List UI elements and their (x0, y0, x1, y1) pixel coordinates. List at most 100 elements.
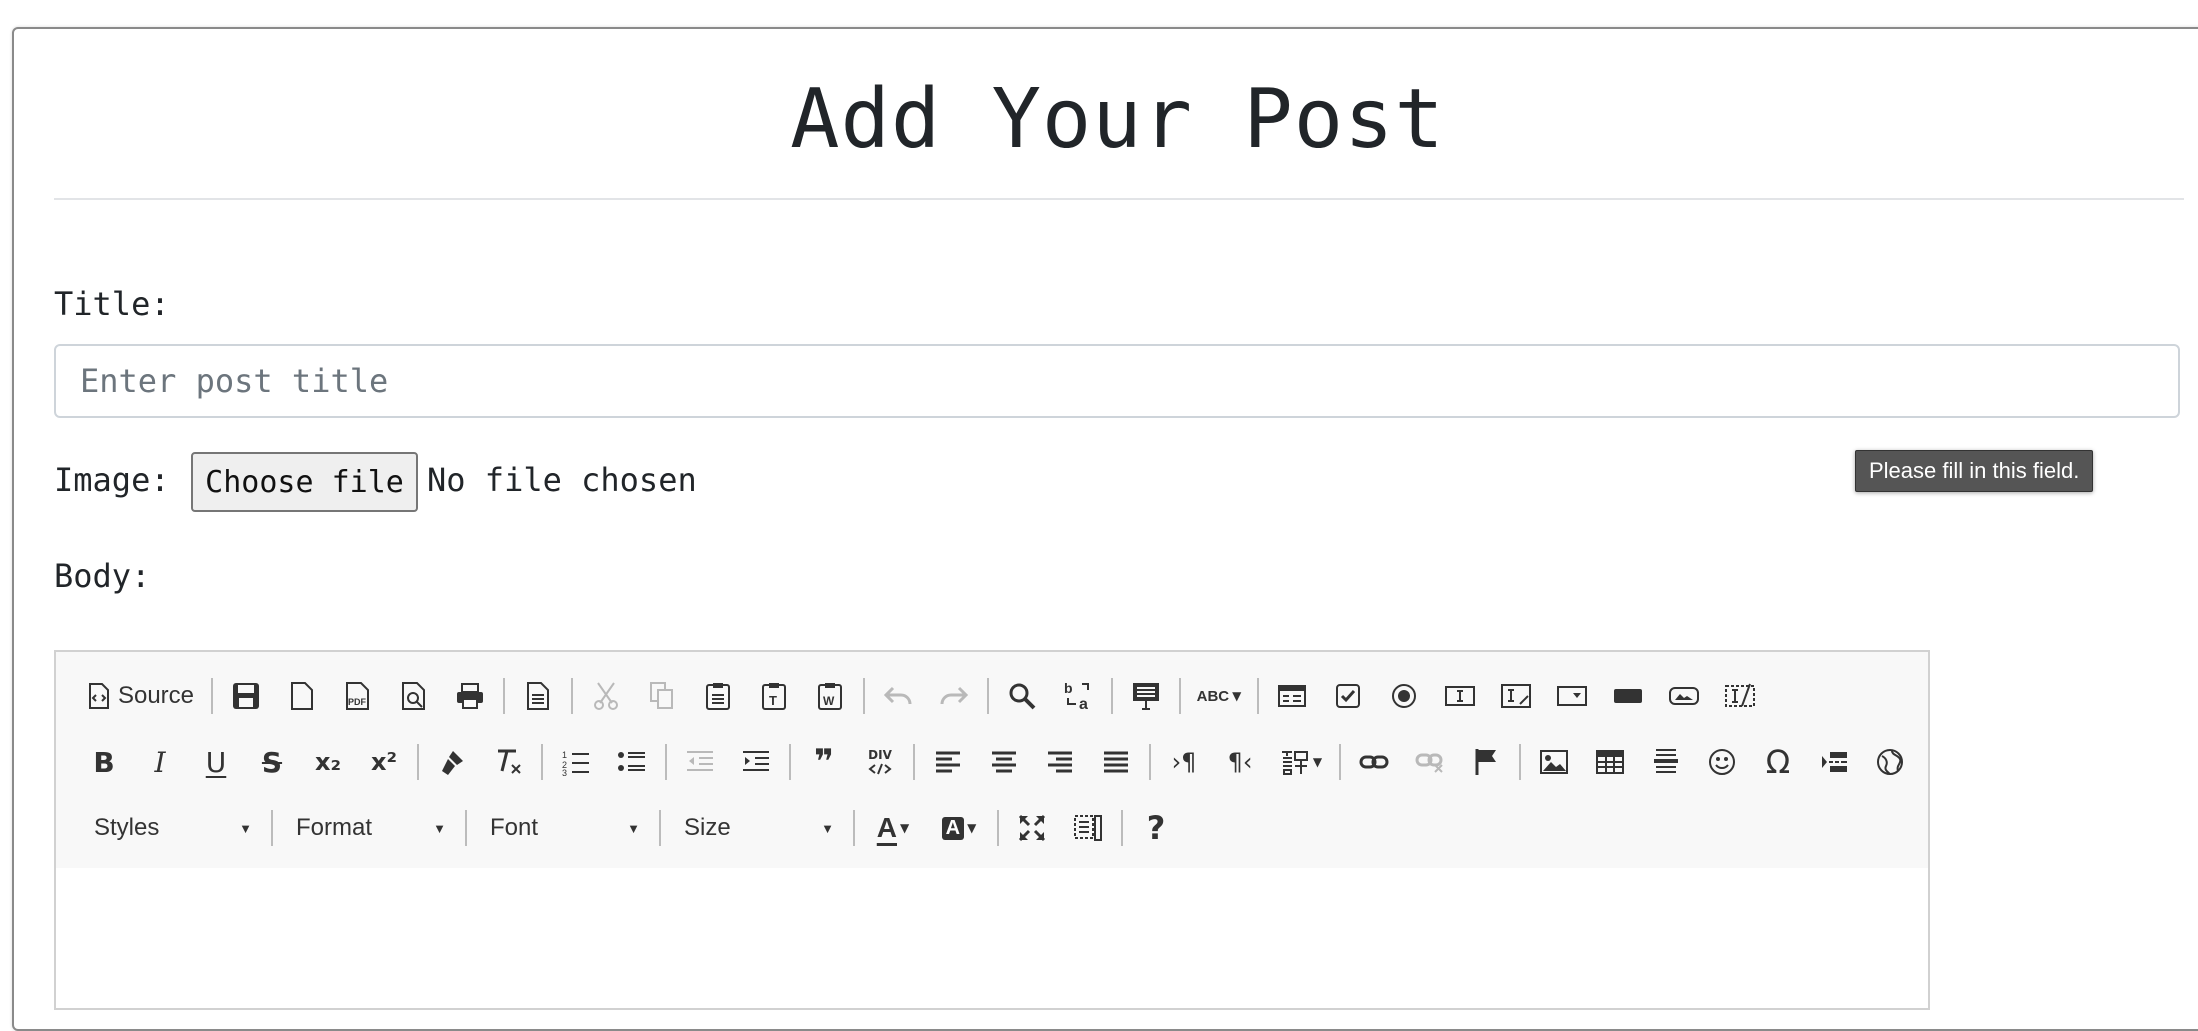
numbered-list-button[interactable]: 123 (548, 739, 604, 785)
page-break-button[interactable] (1806, 739, 1862, 785)
omega-icon: Ω (1765, 743, 1791, 781)
unlink-button[interactable] (1402, 739, 1458, 785)
spellcheck-button[interactable]: ABC ▼ (1186, 673, 1252, 719)
source-button[interactable]: Source (76, 673, 206, 719)
paste-text-icon: T (762, 683, 786, 710)
text-field-button[interactable] (1432, 673, 1488, 719)
align-right-icon (1048, 751, 1072, 773)
bold-button[interactable]: B (76, 739, 132, 785)
outdent-button[interactable] (672, 739, 728, 785)
form-button[interactable] (1264, 673, 1320, 719)
chevron-down-icon: ▼ (821, 820, 834, 836)
show-blocks-button[interactable] (1060, 805, 1116, 851)
font-dropdown[interactable]: Font ▼ (472, 805, 654, 851)
background-color-button[interactable]: A ▼ (926, 805, 992, 851)
indent-button[interactable] (728, 739, 784, 785)
help-button[interactable]: ? (1128, 805, 1184, 851)
copy-icon (650, 682, 673, 709)
editor-content-area[interactable] (56, 868, 1928, 1008)
horizontal-line-button[interactable] (1638, 739, 1694, 785)
blockquote-button[interactable]: ❞ (796, 739, 852, 785)
special-char-button[interactable]: Ω (1750, 739, 1806, 785)
cut-button[interactable] (578, 673, 634, 719)
textarea-button[interactable] (1488, 673, 1544, 719)
superscript-icon: x² (371, 748, 397, 776)
select-all-button[interactable] (1118, 673, 1174, 719)
remove-format-button[interactable] (480, 739, 536, 785)
image-button[interactable] (1526, 739, 1582, 785)
subscript-button[interactable]: x₂ (300, 739, 356, 785)
find-button[interactable] (994, 673, 1050, 719)
toolbar-separator (571, 678, 573, 714)
toolbar-separator (665, 744, 667, 780)
justify-icon (1104, 751, 1128, 773)
image-button-button[interactable] (1656, 673, 1712, 719)
table-button[interactable] (1582, 739, 1638, 785)
italic-icon: I (154, 745, 166, 779)
help-icon: ? (1146, 809, 1166, 847)
preview-button[interactable] (386, 673, 442, 719)
underline-button[interactable]: U (188, 739, 244, 785)
new-page-button[interactable] (274, 673, 330, 719)
chevron-down-icon: ▼ (239, 820, 252, 836)
toolbar-separator (1111, 678, 1113, 714)
text-direction-ltr-button[interactable]: ›¶ (1156, 739, 1212, 785)
paintbrush-icon (442, 751, 463, 775)
blockquote-icon: ❞ (814, 742, 834, 782)
language-button[interactable]: ▼ (1268, 739, 1334, 785)
radio-button[interactable] (1376, 673, 1432, 719)
textarea-icon (1501, 684, 1531, 708)
align-right-button[interactable] (1032, 739, 1088, 785)
paste-word-button[interactable]: W (802, 673, 858, 719)
paste-word-icon: W (818, 683, 842, 710)
justify-button[interactable] (1088, 739, 1144, 785)
maximize-button[interactable] (1004, 805, 1060, 851)
background-color-icon: A (941, 816, 965, 840)
checkbox-icon (1336, 684, 1360, 708)
strikethrough-button[interactable]: S (244, 739, 300, 785)
text-color-icon: A (876, 812, 897, 843)
anchor-button[interactable] (1458, 739, 1514, 785)
copy-button[interactable] (634, 673, 690, 719)
format-dropdown[interactable]: Format ▼ (278, 805, 460, 851)
undo-icon (883, 686, 912, 705)
export-pdf-button[interactable]: PDF (330, 673, 386, 719)
replace-button[interactable]: ba (1050, 673, 1106, 719)
undo-button[interactable] (870, 673, 926, 719)
align-center-icon (992, 751, 1016, 773)
text-color-button[interactable]: A ▼ (860, 805, 926, 851)
select-field-button[interactable] (1544, 673, 1600, 719)
save-icon (233, 683, 259, 709)
redo-button[interactable] (926, 673, 982, 719)
smiley-button[interactable] (1694, 739, 1750, 785)
save-button[interactable] (218, 673, 274, 719)
ltr-icon: ›¶ (1171, 748, 1197, 776)
align-center-button[interactable] (976, 739, 1032, 785)
iframe-button[interactable] (1862, 739, 1918, 785)
templates-button[interactable] (510, 673, 566, 719)
replace-icon: ba (1064, 680, 1089, 712)
align-left-button[interactable] (920, 739, 976, 785)
link-button[interactable] (1346, 739, 1402, 785)
choose-file-button[interactable]: Choose file (191, 452, 418, 512)
create-div-button[interactable]: DIV (852, 739, 908, 785)
hidden-field-button[interactable] (1712, 673, 1768, 719)
title-input[interactable] (54, 344, 2180, 418)
copy-formatting-button[interactable] (424, 739, 480, 785)
size-dropdown[interactable]: Size ▼ (666, 805, 848, 851)
toolbar-separator (541, 744, 543, 780)
paste-button[interactable] (690, 673, 746, 719)
page-break-icon (1822, 752, 1847, 772)
svg-text:3: 3 (562, 768, 567, 776)
text-direction-rtl-button[interactable]: ¶‹ (1212, 739, 1268, 785)
form-button-button[interactable] (1600, 673, 1656, 719)
print-button[interactable] (442, 673, 498, 719)
styles-dropdown[interactable]: Styles ▼ (76, 805, 266, 851)
templates-icon (527, 682, 549, 710)
superscript-button[interactable]: x² (356, 739, 412, 785)
paste-text-button[interactable]: T (746, 673, 802, 719)
checkbox-button[interactable] (1320, 673, 1376, 719)
bulleted-list-button[interactable] (604, 739, 660, 785)
smiley-icon (1709, 749, 1735, 775)
italic-button[interactable]: I (132, 739, 188, 785)
